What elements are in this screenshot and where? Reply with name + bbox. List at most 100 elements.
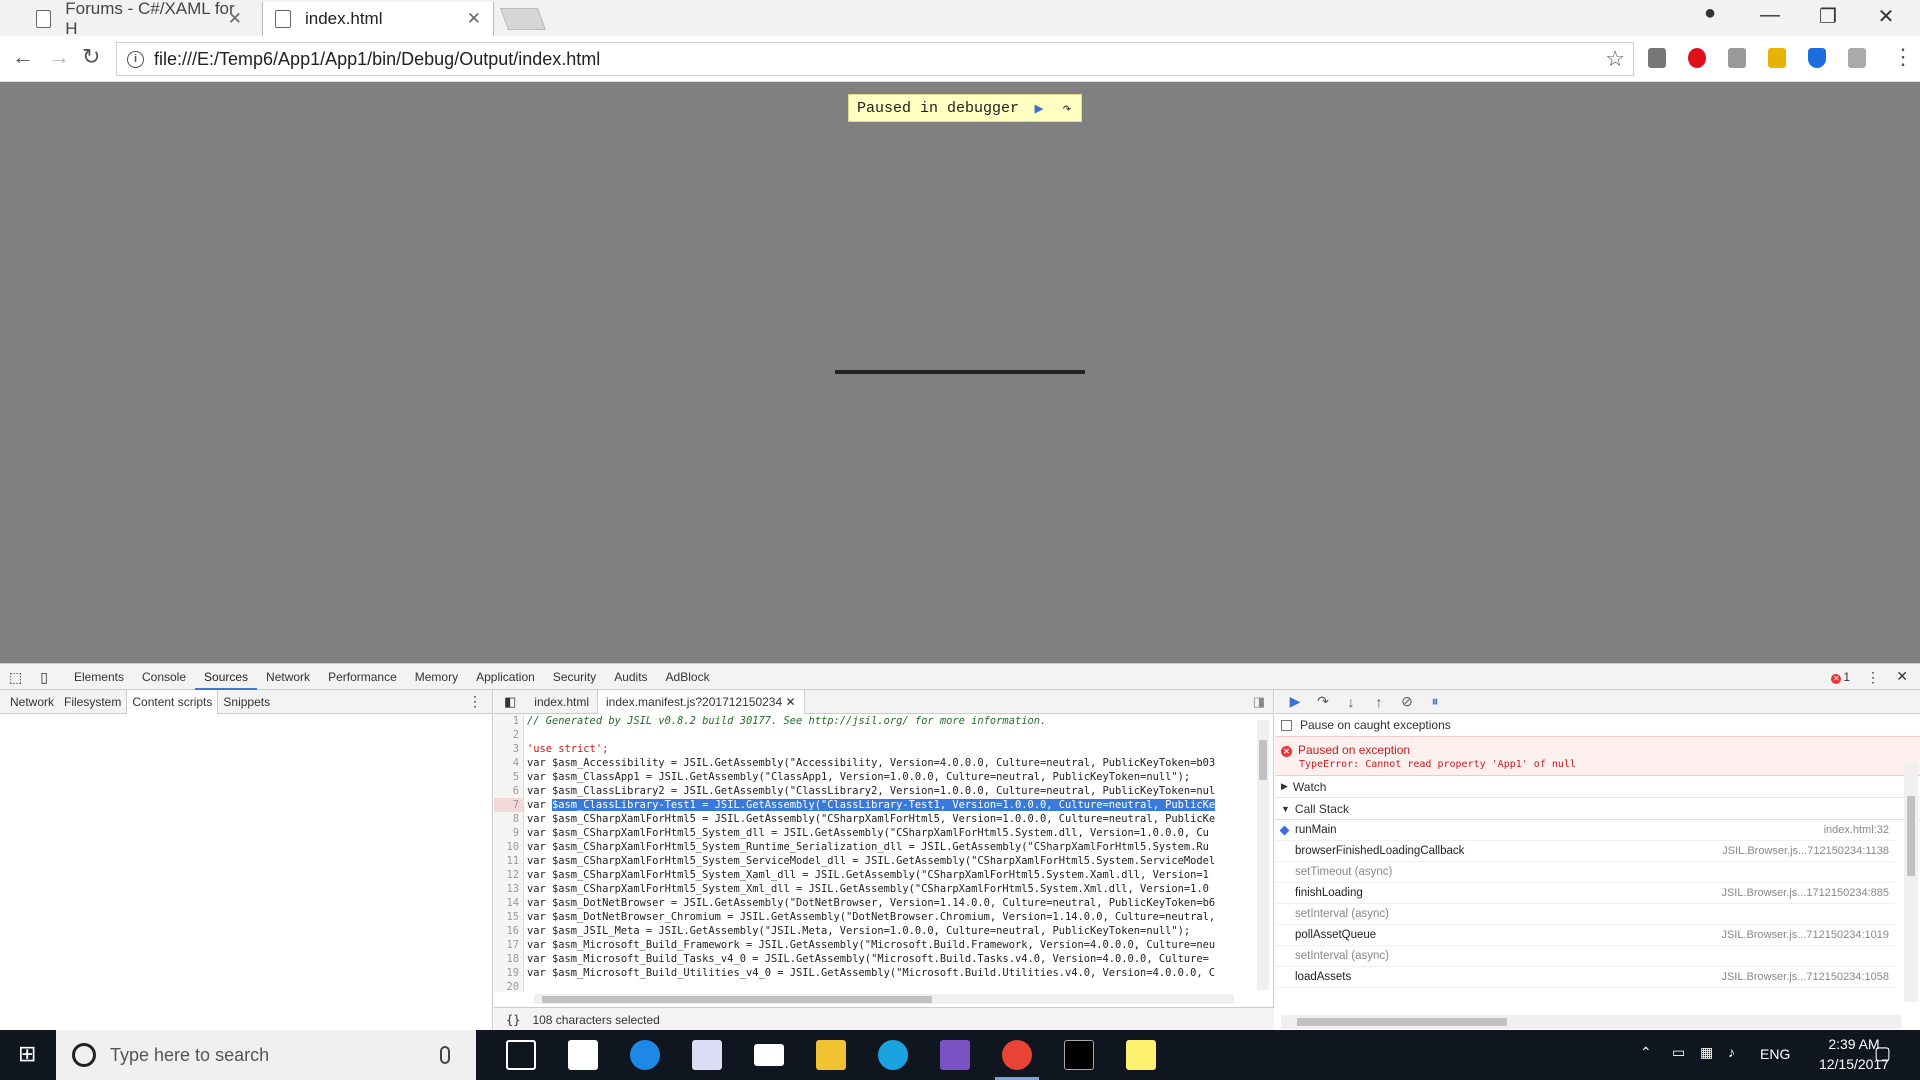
code-line[interactable]: 17 var $asm_Microsoft_Build_Framework = J… <box>494 938 1254 952</box>
step-into-icon[interactable]: ↓ <box>1337 694 1365 710</box>
tab-network[interactable]: Network <box>257 664 319 690</box>
tray-chevron-icon[interactable]: ⌃ <box>1640 1044 1652 1061</box>
code-line[interactable]: 13 var $asm_CSharpXamlForHtml5_System_Xml… <box>494 882 1254 896</box>
close-devtools-icon[interactable]: ✕ <box>1896 668 1908 685</box>
step-out-icon[interactable]: ↑ <box>1365 694 1393 710</box>
scroll-thumb[interactable] <box>1297 1018 1507 1026</box>
close-tab-icon[interactable]: ✕ <box>467 9 481 29</box>
language-indicator[interactable]: ENG <box>1760 1046 1790 1062</box>
navigator-menu-icon[interactable]: ⋮ <box>468 693 482 710</box>
tab-adblock[interactable]: AdBlock <box>657 664 719 690</box>
editor-app-icon[interactable] <box>692 1040 722 1070</box>
code-line[interactable]: 1// Generated by JSIL v0.8.2 build 30177… <box>494 714 1254 728</box>
step-over-icon[interactable]: ↷ <box>1309 693 1337 710</box>
code-line[interactable]: 5 var $asm_ClassApp1 = JSIL.GetAssembly("… <box>494 770 1254 784</box>
code-line[interactable]: 9 var $asm_CSharpXamlForHtml5_System_dll … <box>494 826 1254 840</box>
tab-application[interactable]: Application <box>467 664 544 690</box>
task-view-icon[interactable] <box>506 1040 536 1070</box>
call-stack-section[interactable]: ▼ Call Stack <box>1275 798 1920 820</box>
close-window-button[interactable]: ✕ <box>1866 4 1906 29</box>
scroll-thumb[interactable] <box>1259 740 1267 780</box>
skype-icon[interactable] <box>878 1040 908 1070</box>
scroll-thumb[interactable] <box>542 996 932 1003</box>
new-tab-button[interactable] <box>499 8 547 30</box>
back-arrow-icon[interactable]: ← <box>12 44 34 70</box>
line-number[interactable]: 6 <box>494 784 524 798</box>
line-number[interactable]: 8 <box>494 812 524 826</box>
code-line[interactable]: 7 var $asm_ClassLibrary-Test1 = JSIL.GetA… <box>494 798 1254 812</box>
line-number[interactable]: 3 <box>494 742 524 756</box>
tab-elements[interactable]: Elements <box>65 664 133 690</box>
step-over-icon[interactable]: ↷ <box>1053 95 1081 121</box>
code-line[interactable]: 6 var $asm_ClassLibrary2 = JSIL.GetAssemb… <box>494 784 1254 798</box>
store-icon[interactable] <box>568 1040 598 1070</box>
nav-tab-network[interactable]: Network <box>0 690 59 714</box>
network-icon[interactable]: ▦ <box>1700 1044 1713 1061</box>
line-number[interactable]: 13 <box>494 882 524 896</box>
line-number[interactable]: 19 <box>494 966 524 980</box>
code-area[interactable]: 1// Generated by JSIL v0.8.2 build 30177… <box>494 714 1254 992</box>
line-number[interactable]: 10 <box>494 840 524 854</box>
code-line[interactable]: 3'use strict'; <box>494 742 1254 756</box>
scroll-thumb[interactable] <box>1907 796 1915 876</box>
chrome-icon[interactable] <box>1002 1040 1032 1070</box>
edge-icon[interactable] <box>630 1040 660 1070</box>
code-line[interactable]: 15 var $asm_DotNetBrowser_Chromium = JSIL… <box>494 910 1254 924</box>
code-line[interactable]: 2 <box>494 728 1254 742</box>
windows-start-icon[interactable]: ⊞ <box>18 1041 36 1067</box>
line-number[interactable]: 18 <box>494 952 524 966</box>
notifications-icon[interactable]: ▢ <box>1874 1043 1891 1064</box>
call-frame[interactable]: browserFinishedLoadingCallback JSIL.Brows… <box>1275 841 1895 862</box>
visual-studio-icon[interactable] <box>940 1040 970 1070</box>
code-line[interactable]: 8 var $asm_CSharpXamlForHtml5 = JSIL.GetA… <box>494 812 1254 826</box>
pause-on-exceptions-icon[interactable]: ⏸ <box>1421 693 1449 710</box>
frame-location[interactable]: JSIL.Browser.js...1712150234:885 <box>1721 887 1895 899</box>
line-number[interactable]: 5 <box>494 770 524 784</box>
extension-icon[interactable] <box>1648 48 1666 68</box>
call-frame[interactable]: pollAssetQueue JSIL.Browser.js...71215023… <box>1275 925 1895 946</box>
sidebar-horizontal-scrollbar[interactable] <box>1281 1015 1901 1029</box>
close-editor-tab-icon[interactable]: ✕ <box>785 695 795 709</box>
inspect-icon[interactable]: ⬚ <box>0 664 31 690</box>
url-text[interactable]: file:///E:/Temp6/App1/App1/bin/Debug/Out… <box>154 49 1605 70</box>
reload-icon[interactable]: ↻ <box>82 44 100 70</box>
watch-section[interactable]: ▶ Watch <box>1275 776 1920 798</box>
editor-tab-manifest[interactable]: index.manifest.js?201712150234 ✕ <box>597 689 805 714</box>
tab-index[interactable]: index.html ✕ <box>262 2 494 36</box>
line-number[interactable]: 20 <box>494 980 524 992</box>
forward-arrow-icon[interactable]: → <box>48 44 70 70</box>
editor-tab-index-html[interactable]: index.html <box>526 690 597 714</box>
taskbar-search-box[interactable]: Type here to search <box>56 1030 476 1080</box>
line-number[interactable]: 2 <box>494 728 524 742</box>
frame-location[interactable]: JSIL.Browser.js...712150234:1019 <box>1721 929 1895 941</box>
nav-tab-snippets[interactable]: Snippets <box>218 690 275 714</box>
editor-vertical-scrollbar[interactable] <box>1257 720 1269 990</box>
tab-console[interactable]: Console <box>133 664 195 690</box>
line-number[interactable]: 1 <box>494 714 524 728</box>
info-icon[interactable]: i <box>127 50 144 68</box>
profile-icon[interactable]: ● <box>1690 2 1730 25</box>
battery-icon[interactable]: ▭ <box>1672 1044 1685 1061</box>
nav-tab-filesystem[interactable]: Filesystem <box>59 690 126 714</box>
restore-button[interactable]: ❐ <box>1808 4 1848 29</box>
sidebar-vertical-scrollbar[interactable] <box>1904 762 1918 1002</box>
error-count-badge[interactable]: ✕ 1 <box>1831 670 1850 684</box>
line-number[interactable]: 7 <box>494 798 524 812</box>
line-number[interactable]: 15 <box>494 910 524 924</box>
code-line[interactable]: 4 var $asm_Accessibility = JSIL.GetAssemb… <box>494 756 1254 770</box>
code-line[interactable]: 14 var $asm_DotNetBrowser = JSIL.GetAssem… <box>494 896 1254 910</box>
toggle-debugger-icon[interactable]: ◨ <box>1253 694 1265 710</box>
frame-location[interactable]: JSIL.Browser.js...712150234:1138 <box>1722 845 1895 857</box>
close-tab-icon[interactable]: ✕ <box>228 9 242 29</box>
tab-sources[interactable]: Sources <box>195 664 258 690</box>
pretty-print-icon[interactable]: {} <box>494 1013 532 1027</box>
menu-kebab-icon[interactable]: ⋮ <box>1892 44 1914 70</box>
tab-memory[interactable]: Memory <box>406 664 467 690</box>
call-frame[interactable]: loadAssets JSIL.Browser.js...712150234:10… <box>1275 967 1895 988</box>
extension-icon[interactable] <box>1768 48 1786 68</box>
address-bar[interactable]: i file:///E:/Temp6/App1/App1/bin/Debug/O… <box>116 42 1634 76</box>
pause-on-caught-row[interactable]: Pause on caught exceptions <box>1275 714 1920 736</box>
facebook-extension-icon[interactable] <box>1848 48 1866 68</box>
device-toggle-icon[interactable]: ▯ <box>31 664 57 690</box>
bookmark-star-icon[interactable]: ☆ <box>1605 46 1625 72</box>
